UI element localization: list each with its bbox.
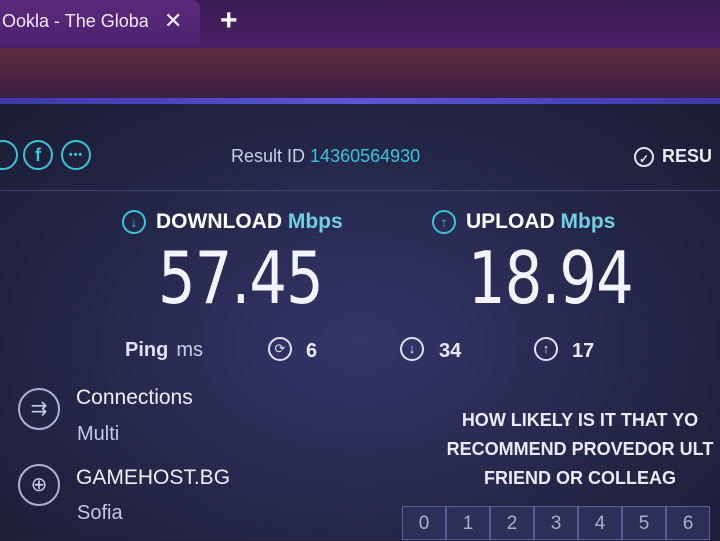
server-location: Sofia bbox=[77, 502, 123, 524]
browser-tab-bar: Ookla - The Globa ✕ + bbox=[0, 0, 720, 48]
survey-line-3: FRIEND OR COLLEAG bbox=[484, 468, 676, 488]
connections-icon: ⇉ bbox=[18, 388, 60, 430]
speedtest-content: f ••• Result ID 14360564930 ✓ RESU ↓ DOWNL… bbox=[0, 104, 720, 540]
survey-line-2: RECOMMEND PROVEDOR ULT bbox=[446, 439, 714, 459]
tab-title: Ookla - The Globa bbox=[2, 11, 148, 31]
upload-ping-icon: ↑ bbox=[534, 337, 558, 361]
new-tab-button[interactable]: + bbox=[220, 4, 238, 38]
server-name: GAMEHOST.BG bbox=[76, 466, 231, 489]
twitter-icon[interactable] bbox=[0, 140, 18, 170]
scale-option-4[interactable]: 4 bbox=[578, 506, 622, 540]
download-ping-icon: ↓ bbox=[400, 337, 424, 361]
download-value: 57.45 bbox=[158, 236, 324, 320]
survey-question: HOW LIKELY IS IT THAT YO RECOMMEND PROVE… bbox=[430, 406, 720, 493]
scale-option-2[interactable]: 2 bbox=[490, 506, 534, 540]
more-icon[interactable]: ••• bbox=[61, 140, 91, 170]
browser-tab[interactable]: Ookla - The Globa ✕ bbox=[0, 0, 200, 46]
ping-unit: ms bbox=[176, 339, 204, 361]
results-button-label: RESU bbox=[662, 146, 713, 166]
ping-label: Ping bbox=[125, 339, 169, 361]
result-id: Result ID 14360564930 bbox=[231, 146, 420, 167]
idle-ping-icon: ⟳ bbox=[268, 337, 292, 361]
upload-header: ↑ UPLOAD Mbps bbox=[432, 210, 616, 235]
download-ping-value: 34 bbox=[439, 340, 462, 362]
facebook-icon[interactable]: f bbox=[23, 140, 53, 170]
upload-unit: Mbps bbox=[560, 210, 616, 233]
globe-icon: ⊕ bbox=[18, 464, 60, 506]
upload-value: 18.94 bbox=[468, 236, 634, 320]
scale-option-6[interactable]: 6 bbox=[666, 506, 710, 540]
idle-ping-value: 6 bbox=[306, 340, 318, 362]
survey-scale: 0 1 2 3 4 5 6 bbox=[402, 506, 710, 540]
upload-label: UPLOAD bbox=[466, 210, 555, 233]
ping-label-group: Ping ms bbox=[125, 339, 203, 362]
check-icon: ✓ bbox=[634, 147, 654, 168]
browser-toolbar bbox=[0, 48, 720, 100]
download-arrow-icon: ↓ bbox=[122, 210, 146, 235]
download-header: ↓ DOWNLOAD Mbps bbox=[122, 210, 343, 235]
scale-option-3[interactable]: 3 bbox=[534, 506, 578, 540]
download-label: DOWNLOAD bbox=[156, 210, 282, 233]
result-id-number[interactable]: 14360564930 bbox=[310, 146, 420, 166]
upload-arrow-icon: ↑ bbox=[432, 210, 456, 235]
connections-value[interactable]: Multi bbox=[77, 423, 119, 446]
close-icon[interactable]: ✕ bbox=[164, 8, 182, 34]
header-divider bbox=[0, 190, 720, 191]
survey-line-1: HOW LIKELY IS IT THAT YO bbox=[461, 410, 699, 430]
scale-option-0[interactable]: 0 bbox=[402, 506, 446, 540]
upload-ping-value: 17 bbox=[572, 340, 595, 362]
scale-option-1[interactable]: 1 bbox=[446, 506, 490, 540]
download-unit: Mbps bbox=[287, 210, 343, 233]
results-button[interactable]: ✓ RESU bbox=[634, 146, 713, 168]
result-id-label: Result ID bbox=[231, 146, 306, 166]
connections-title: Connections bbox=[76, 386, 193, 409]
scale-option-5[interactable]: 5 bbox=[622, 506, 666, 540]
